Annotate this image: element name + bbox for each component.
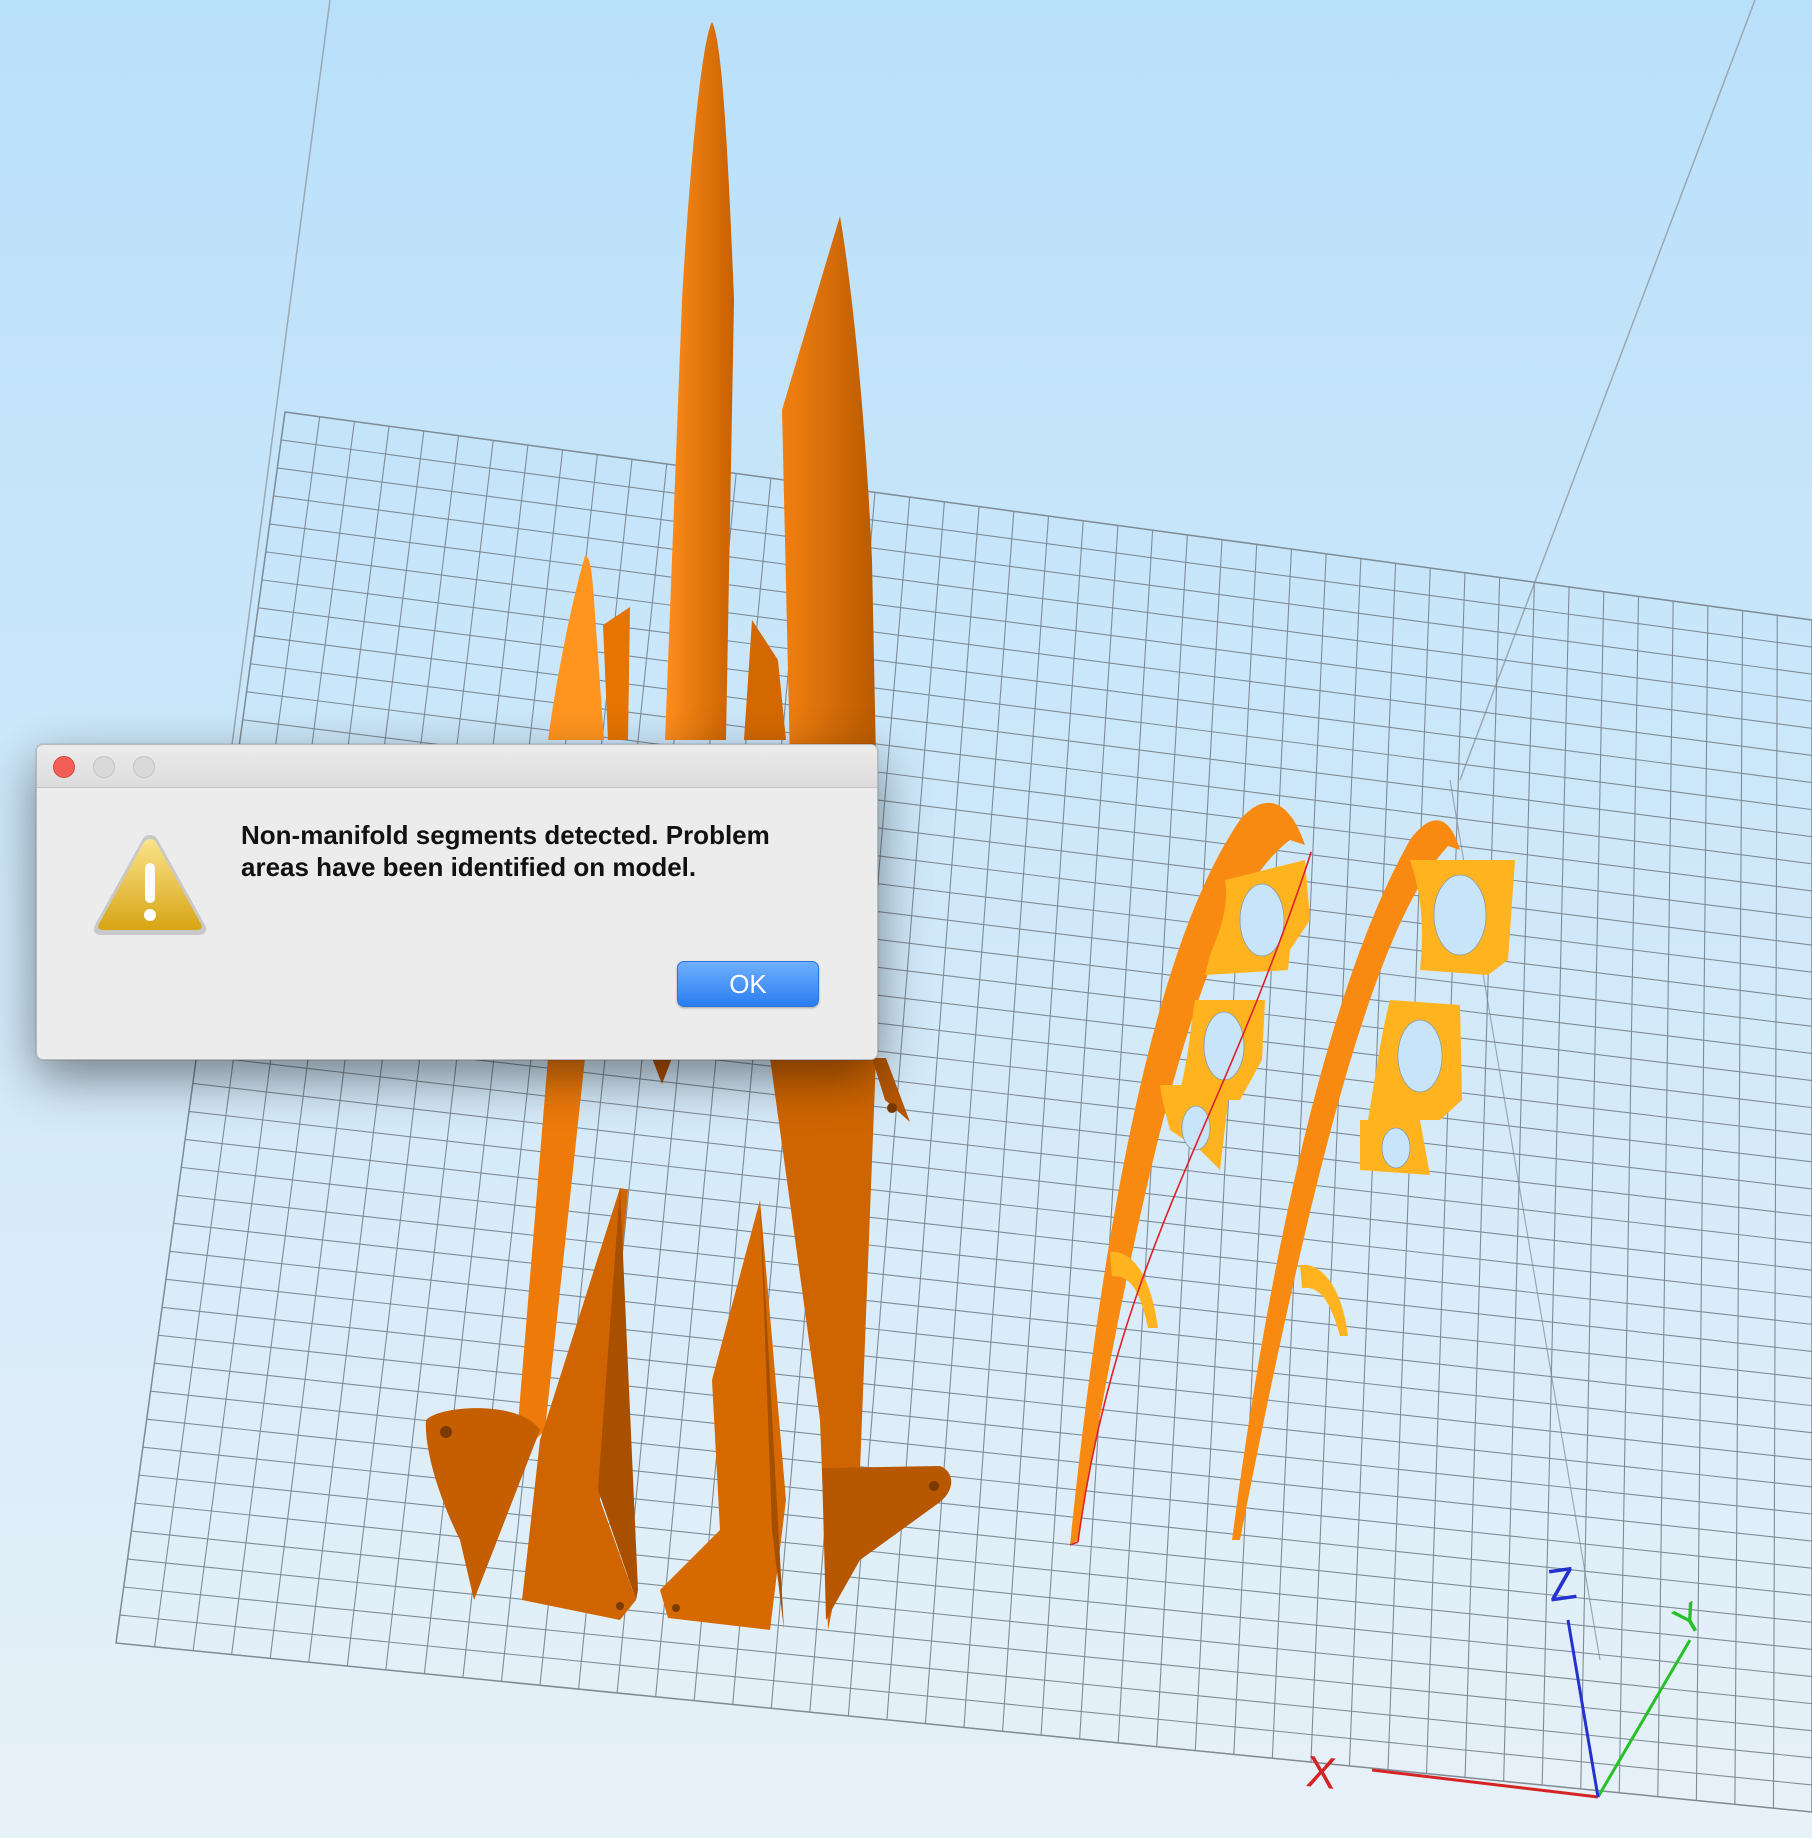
alert-dialog: Non-manifold segments detected. Problem … bbox=[36, 744, 878, 1060]
ok-button[interactable]: OK bbox=[677, 961, 819, 1007]
close-window-icon[interactable] bbox=[53, 756, 75, 778]
warning-triangle-icon bbox=[93, 835, 207, 935]
zoom-window-icon bbox=[133, 756, 155, 778]
minimize-window-icon bbox=[93, 756, 115, 778]
x-axis-label: X bbox=[1304, 1747, 1338, 1799]
dialog-titlebar[interactable] bbox=[37, 745, 877, 788]
dialog-message: Non-manifold segments detected. Problem … bbox=[241, 820, 770, 882]
